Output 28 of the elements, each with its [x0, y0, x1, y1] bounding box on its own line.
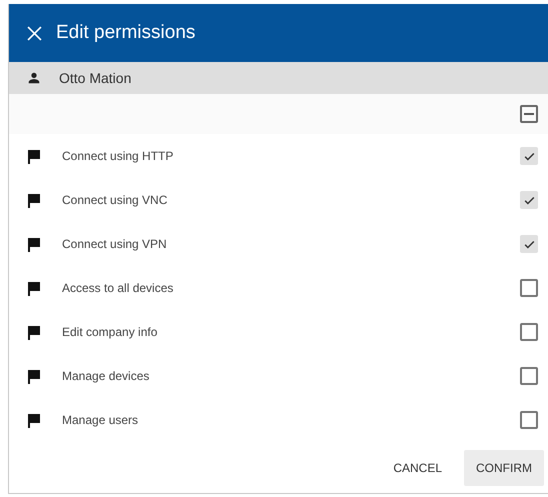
permission-label: Manage users: [62, 412, 140, 429]
dialog-title: Edit permissions: [56, 20, 196, 45]
permission-label: Connect using VNC: [62, 192, 168, 209]
flag-icon: [27, 412, 41, 428]
flag-icon: [27, 236, 41, 252]
permission-label: Connect using HTTP: [62, 148, 174, 165]
confirm-button[interactable]: CONFIRM: [464, 450, 544, 486]
user-name: Otto Mation: [59, 68, 132, 88]
permission-label: Connect using VPN: [62, 236, 168, 253]
flag-icon: [27, 368, 41, 384]
flag-icon: [27, 148, 41, 164]
person-icon: [27, 71, 41, 85]
close-icon[interactable]: [27, 26, 42, 40]
checkbox[interactable]: [520, 411, 538, 429]
flag-icon: [27, 280, 41, 296]
checkbox[interactable]: [520, 235, 538, 253]
checkbox[interactable]: [520, 191, 538, 209]
checkbox[interactable]: [520, 147, 538, 165]
checkbox[interactable]: [520, 323, 538, 341]
checkbox[interactable]: [520, 367, 538, 385]
permission-label: Manage devices: [62, 368, 150, 385]
permission-label: Edit company info: [62, 324, 158, 341]
select-all-checkbox[interactable]: [520, 105, 538, 123]
checkbox[interactable]: [520, 279, 538, 297]
cancel-button[interactable]: CANCEL: [377, 450, 458, 486]
flag-icon: [27, 192, 41, 208]
permission-label: Access to all devices: [62, 280, 174, 297]
flag-icon: [27, 324, 41, 340]
